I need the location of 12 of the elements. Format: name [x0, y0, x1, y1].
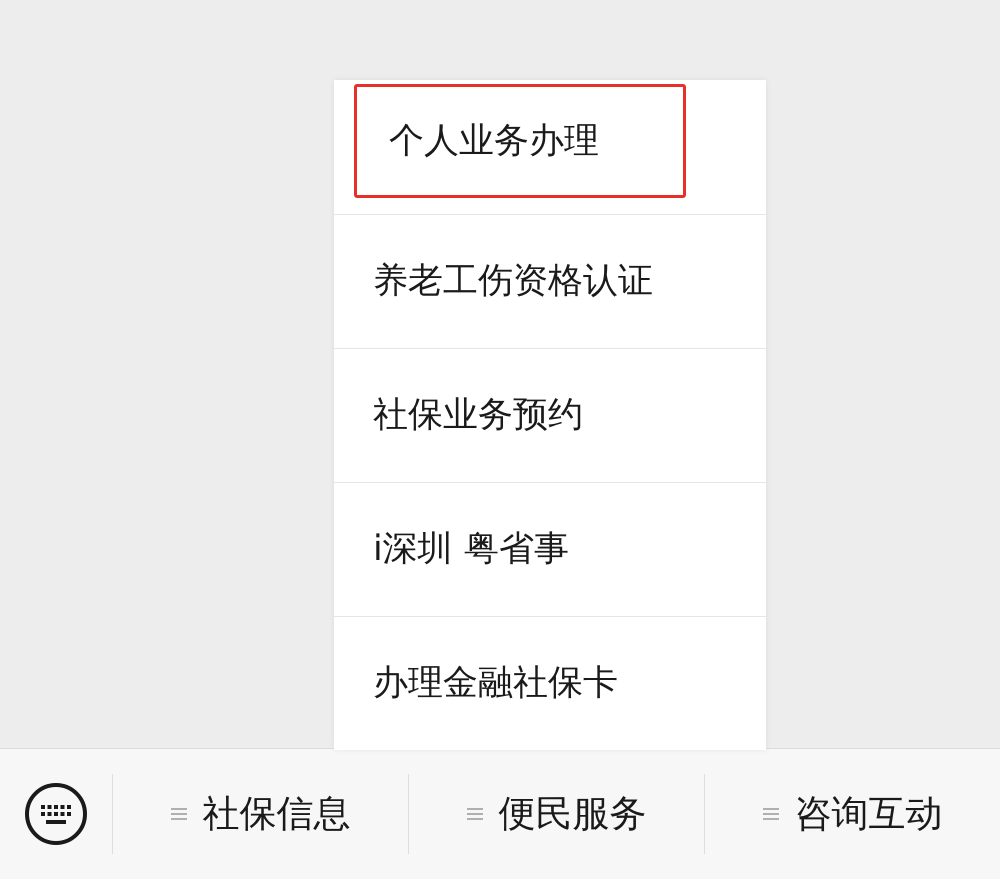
menu-tab[interactable]: 便民服务 [458, 786, 654, 842]
menu-lines-icon [170, 807, 186, 821]
menu-lines-icon [762, 807, 778, 821]
menu-item[interactable]: 社保业务预约 [340, 358, 672, 472]
menu-item[interactable]: 养老工伤资格认证 [340, 224, 672, 338]
menu-tab[interactable]: 咨询互动 [754, 786, 950, 842]
menu-item[interactable]: 个人业务办理 [354, 84, 686, 198]
menu-item[interactable]: i深圳 粤省事 [340, 492, 672, 606]
menu-item[interactable]: 办理金融社保卡 [340, 626, 672, 740]
menu-tab[interactable]: 社保信息 [162, 786, 358, 842]
keyboard-icon[interactable] [24, 782, 88, 846]
menu-lines-icon [466, 807, 482, 821]
